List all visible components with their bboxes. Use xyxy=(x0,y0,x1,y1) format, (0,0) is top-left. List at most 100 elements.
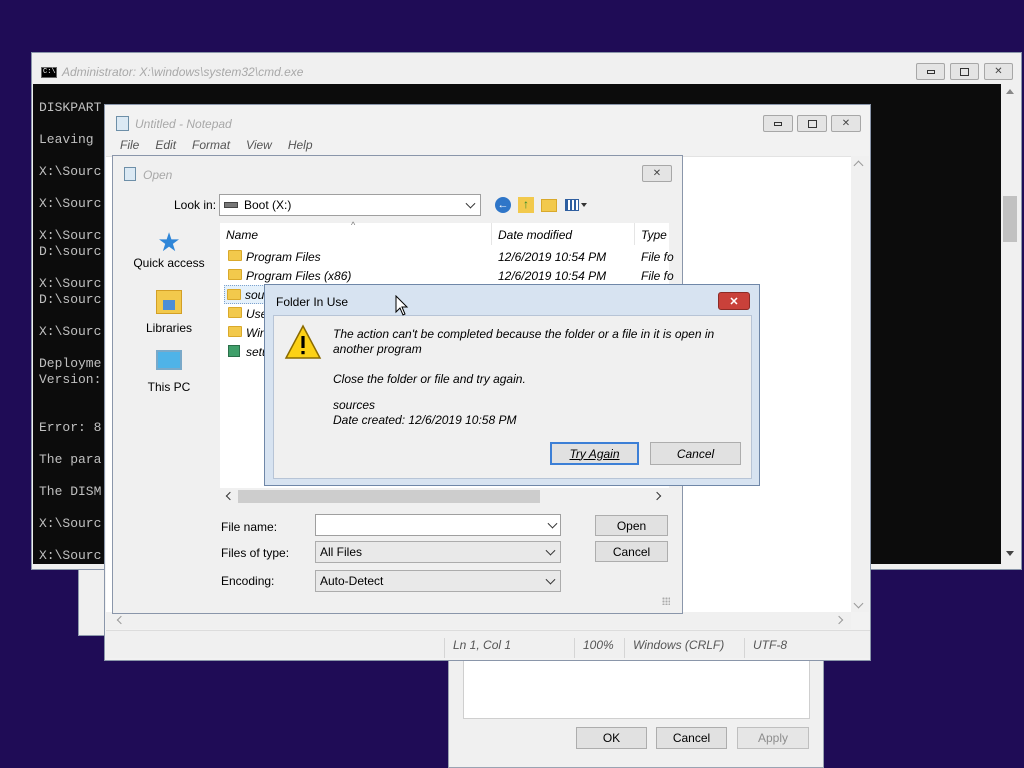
notepad-title: Untitled - Notepad xyxy=(135,117,232,131)
notepad-maximize-button[interactable] xyxy=(797,115,827,132)
open-button[interactable]: Open xyxy=(595,515,668,536)
file-date: 12/6/2019 10:54 PM xyxy=(498,269,607,283)
chevron-down-icon xyxy=(545,545,556,556)
place-label: Libraries xyxy=(145,321,193,335)
column-header-name[interactable]: Name xyxy=(226,228,258,242)
cmd-icon: C:\ xyxy=(41,67,57,78)
console-line: X:\Sourc xyxy=(39,276,102,291)
open-dialog-close-button[interactable]: ✕ xyxy=(642,165,672,182)
file-type-combo[interactable]: All Files xyxy=(315,541,561,563)
console-line: X:\Sourc xyxy=(39,324,102,339)
file-list-scroll-thumb[interactable] xyxy=(238,490,540,503)
encoding-value: Auto-Detect xyxy=(320,574,384,588)
back-icon[interactable]: ← xyxy=(495,197,511,213)
error-dialog-body: The action can't be completed because th… xyxy=(273,315,752,479)
open-dialog-cancel-button[interactable]: Cancel xyxy=(595,541,668,562)
file-type: File fo xyxy=(641,269,674,283)
computer-icon xyxy=(156,350,182,370)
error-dialog-close-button[interactable]: ✕ xyxy=(718,292,750,310)
minimize-icon xyxy=(774,121,782,126)
warning-icon xyxy=(284,324,322,359)
file-date: 12/6/2019 10:54 PM xyxy=(498,250,607,264)
error-message-instruction: Close the folder or file and try again. xyxy=(333,372,526,386)
file-name-input[interactable] xyxy=(315,514,561,536)
apply-button[interactable]: Apply xyxy=(737,727,809,749)
column-divider xyxy=(491,223,492,245)
console-line: Version: xyxy=(39,372,102,387)
error-item-date: Date created: 12/6/2019 10:58 PM xyxy=(333,413,517,427)
notepad-hscrollbar[interactable] xyxy=(106,612,851,629)
menu-help[interactable]: Help xyxy=(280,136,321,156)
encoding-combo[interactable]: Auto-Detect xyxy=(315,570,561,592)
menu-view[interactable]: View xyxy=(238,136,280,156)
console-line: Deployme xyxy=(39,356,102,371)
scroll-up-arrow-icon[interactable] xyxy=(853,160,864,171)
file-row[interactable]: Program Files (x86) 12/6/2019 10:54 PM F… xyxy=(226,266,674,285)
folder-in-use-dialog: Folder In Use ✕ The action can't be comp… xyxy=(264,284,760,486)
file-type: File fo xyxy=(641,250,674,264)
new-folder-icon[interactable] xyxy=(541,199,557,212)
console-line: Leaving xyxy=(39,132,94,147)
console-line: X:\Sourc xyxy=(39,228,102,243)
menu-edit[interactable]: Edit xyxy=(147,136,184,156)
cmd-scrollbar[interactable] xyxy=(1001,84,1019,564)
setup-file-icon xyxy=(228,345,240,357)
file-row[interactable]: Program Files 12/6/2019 10:54 PM File fo xyxy=(226,247,674,266)
place-quick-access[interactable]: ★ Quick access xyxy=(129,228,209,280)
file-type-label: Files of type: xyxy=(221,546,290,560)
resize-grip-icon[interactable] xyxy=(662,597,670,605)
close-icon: ✕ xyxy=(729,295,739,308)
scroll-right-arrow-icon[interactable] xyxy=(652,491,662,501)
maximize-icon xyxy=(960,67,969,76)
notepad-vscrollbar[interactable] xyxy=(851,156,869,612)
cmd-close-button[interactable]: ✕ xyxy=(984,63,1013,80)
file-name: sou xyxy=(245,288,265,302)
console-line: D:\sourc xyxy=(39,244,102,259)
ok-button[interactable]: OK xyxy=(576,727,647,749)
scroll-left-arrow-icon[interactable] xyxy=(225,491,235,501)
console-line: X:\Sourc xyxy=(39,548,102,563)
place-label: This PC xyxy=(147,380,191,394)
menu-file[interactable]: File xyxy=(106,136,147,156)
try-again-button[interactable]: Try Again xyxy=(550,442,639,465)
notepad-close-button[interactable]: ✕ xyxy=(831,115,861,132)
file-type-value: All Files xyxy=(320,545,363,559)
cmd-title: Administrator: X:\windows\system32\cmd.e… xyxy=(62,65,304,79)
status-line-ending: Windows (CRLF) xyxy=(624,638,724,658)
console-line: D:\sourc xyxy=(39,292,102,307)
cancel-button-background[interactable]: Cancel xyxy=(656,727,727,749)
libraries-icon xyxy=(156,290,182,314)
scroll-left-arrow-icon[interactable] xyxy=(116,615,126,625)
cmd-minimize-button[interactable] xyxy=(916,63,945,80)
console-line: Error: 8 xyxy=(39,420,102,435)
scroll-right-arrow-icon[interactable] xyxy=(834,615,844,625)
look-in-combo[interactable]: Boot (X:) xyxy=(219,194,481,216)
cmd-scroll-thumb[interactable] xyxy=(1003,196,1017,242)
view-menu-icon[interactable] xyxy=(565,197,591,213)
scroll-down-arrow-icon[interactable] xyxy=(853,598,864,609)
scroll-up-arrow-icon[interactable] xyxy=(1006,89,1014,94)
chevron-down-icon xyxy=(545,574,556,585)
sort-ascending-icon: ^ xyxy=(351,220,356,230)
folder-icon xyxy=(228,307,242,318)
place-this-pc[interactable]: This PC xyxy=(129,350,209,400)
notepad-minimize-button[interactable] xyxy=(763,115,793,132)
column-header-date[interactable]: Date modified xyxy=(498,228,572,242)
menu-format[interactable]: Format xyxy=(184,136,238,156)
look-in-value: Boot (X:) xyxy=(244,198,292,212)
column-divider xyxy=(634,223,635,245)
up-folder-icon[interactable]: ↑ xyxy=(518,197,534,213)
folder-icon xyxy=(228,326,242,337)
place-libraries[interactable]: Libraries xyxy=(129,290,209,340)
column-header-type[interactable]: Type xyxy=(641,228,667,242)
error-message-line1: The action can't be completed because th… xyxy=(333,327,715,341)
scroll-down-arrow-icon[interactable] xyxy=(1006,551,1014,556)
folder-icon xyxy=(228,269,242,280)
minimize-icon xyxy=(926,69,935,74)
cmd-maximize-button[interactable] xyxy=(950,63,979,80)
status-position: Ln 1, Col 1 xyxy=(444,638,511,658)
file-list-hscrollbar[interactable] xyxy=(220,488,669,505)
file-name-label: File name: xyxy=(221,520,278,534)
error-cancel-button[interactable]: Cancel xyxy=(650,442,741,465)
drive-icon xyxy=(224,202,238,208)
